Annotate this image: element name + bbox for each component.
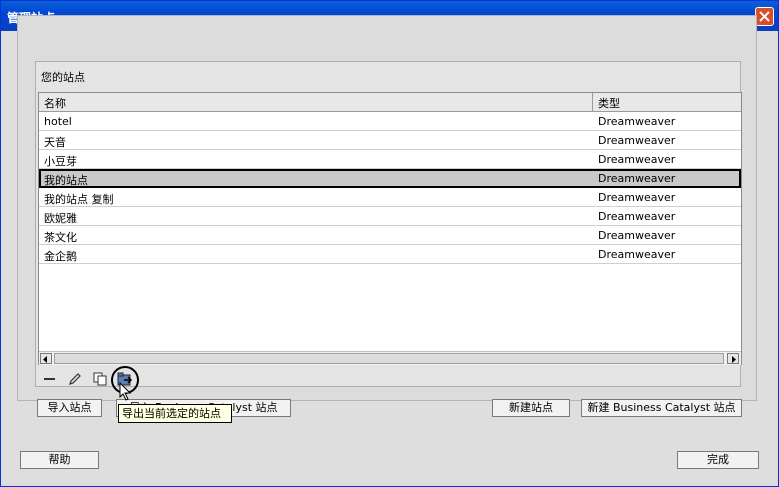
edit-icon [69, 373, 81, 385]
edit-site-button[interactable] [67, 371, 83, 387]
arrow-right-icon [732, 356, 736, 363]
scroll-left-button[interactable] [40, 353, 52, 364]
close-icon [759, 11, 770, 22]
site-name: 我的站点 [44, 174, 88, 187]
table-row-selected[interactable]: 我的站点 Dreamweaver [39, 169, 741, 188]
site-name: 我的站点 复制 [44, 193, 114, 206]
duplicate-icon [93, 372, 107, 386]
site-name: 天音 [44, 136, 66, 149]
duplicate-site-button[interactable] [92, 371, 108, 387]
table-row[interactable]: 天音 Dreamweaver [39, 131, 741, 150]
site-type: Dreamweaver [598, 248, 676, 261]
site-name: 小豆芽 [44, 155, 77, 168]
panel-title: 您的站点 [41, 71, 85, 84]
close-button[interactable] [755, 7, 774, 26]
site-type: Dreamweaver [598, 210, 676, 223]
site-name: hotel [44, 115, 72, 128]
scroll-thumb[interactable] [54, 353, 724, 364]
remove-site-button[interactable] [42, 371, 58, 387]
arrow-left-icon [43, 356, 47, 363]
table-row[interactable]: 我的站点 复制 Dreamweaver [39, 188, 741, 207]
mouse-cursor-icon [119, 382, 132, 401]
import-site-button[interactable]: 导入站点 [37, 399, 102, 417]
site-type: Dreamweaver [598, 229, 676, 242]
table-row[interactable]: 金企鹅 Dreamweaver [39, 245, 741, 264]
table-row[interactable]: 欧妮雅 Dreamweaver [39, 207, 741, 226]
site-type: Dreamweaver [598, 191, 676, 204]
remove-icon [44, 378, 55, 380]
list-header: 名称 类型 [39, 93, 741, 112]
new-site-button[interactable]: 新建站点 [492, 399, 570, 417]
horizontal-scrollbar[interactable] [39, 351, 741, 365]
table-row[interactable]: 茶文化 Dreamweaver [39, 226, 741, 245]
header-type[interactable]: 类型 [598, 95, 620, 111]
help-button[interactable]: 帮助 [20, 451, 99, 469]
site-name: 金企鹅 [44, 250, 77, 263]
table-row[interactable]: 小豆芽 Dreamweaver [39, 150, 741, 169]
site-type: Dreamweaver [598, 115, 676, 128]
header-name[interactable]: 名称 [44, 95, 66, 111]
site-type: Dreamweaver [598, 153, 676, 166]
site-name: 茶文化 [44, 231, 77, 244]
scroll-right-button[interactable] [727, 353, 739, 364]
new-bc-site-button[interactable]: 新建 Business Catalyst 站点 [581, 399, 742, 417]
sites-list: 名称 类型 hotel Dreamweaver 天音 Dreamweaver 小… [38, 92, 742, 365]
site-type: Dreamweaver [598, 134, 676, 147]
site-type: Dreamweaver [598, 172, 676, 185]
export-tooltip: 导出当前选定的站点 [118, 404, 232, 423]
manage-sites-dialog: 管理站点 您的站点 名称 类型 hotel Dreamweaver 天音 Dre… [0, 0, 779, 487]
site-name: 欧妮雅 [44, 212, 77, 225]
done-button[interactable]: 完成 [677, 451, 759, 469]
header-separator[interactable] [592, 93, 593, 111]
table-row[interactable]: hotel Dreamweaver [39, 112, 741, 131]
